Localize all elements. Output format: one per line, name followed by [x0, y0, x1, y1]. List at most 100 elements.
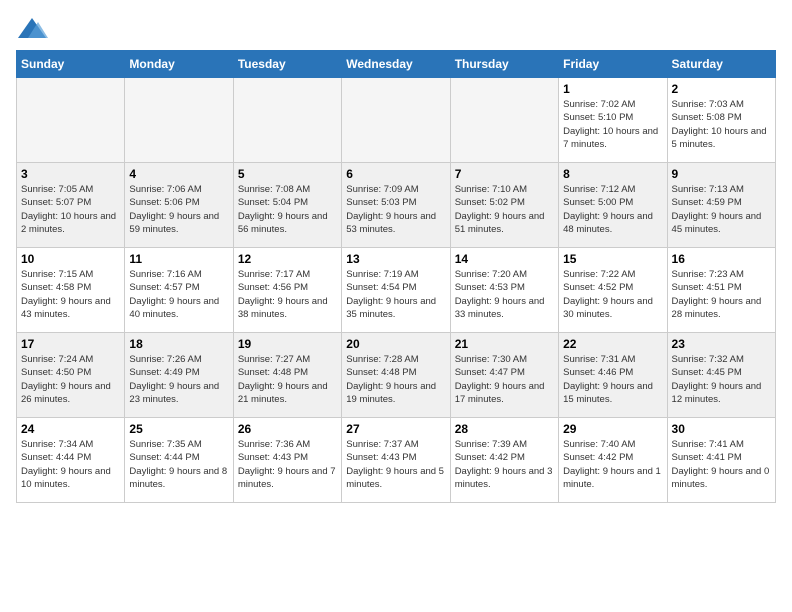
day-cell-17: 17 Sunrise: 7:24 AMSunset: 4:50 PMDayligh… [17, 333, 125, 418]
day-info: Sunrise: 7:39 AMSunset: 4:42 PMDaylight:… [455, 438, 554, 491]
day-number: 14 [455, 252, 554, 266]
day-cell-14: 14 Sunrise: 7:20 AMSunset: 4:53 PMDayligh… [450, 248, 558, 333]
day-cell-16: 16 Sunrise: 7:23 AMSunset: 4:51 PMDayligh… [667, 248, 775, 333]
logo-icon [16, 16, 44, 38]
day-number: 23 [672, 337, 771, 351]
day-info: Sunrise: 7:22 AMSunset: 4:52 PMDaylight:… [563, 268, 662, 321]
day-cell-24: 24 Sunrise: 7:34 AMSunset: 4:44 PMDayligh… [17, 418, 125, 503]
day-number: 2 [672, 82, 771, 96]
day-number: 21 [455, 337, 554, 351]
week-row-1: 1 Sunrise: 7:02 AMSunset: 5:10 PMDaylight… [17, 78, 776, 163]
day-cell-27: 27 Sunrise: 7:37 AMSunset: 4:43 PMDayligh… [342, 418, 450, 503]
day-info: Sunrise: 7:19 AMSunset: 4:54 PMDaylight:… [346, 268, 445, 321]
day-info: Sunrise: 7:23 AMSunset: 4:51 PMDaylight:… [672, 268, 771, 321]
day-cell-28: 28 Sunrise: 7:39 AMSunset: 4:42 PMDayligh… [450, 418, 558, 503]
week-row-2: 3 Sunrise: 7:05 AMSunset: 5:07 PMDaylight… [17, 163, 776, 248]
day-cell-3: 3 Sunrise: 7:05 AMSunset: 5:07 PMDaylight… [17, 163, 125, 248]
week-row-4: 17 Sunrise: 7:24 AMSunset: 4:50 PMDayligh… [17, 333, 776, 418]
day-number: 17 [21, 337, 120, 351]
day-cell-26: 26Sunrise: 7:36 AMSunset: 4:43 PMDayligh… [233, 418, 341, 503]
day-info: Sunrise: 7:17 AMSunset: 4:56 PMDaylight:… [238, 268, 337, 321]
day-cell-25: 25 Sunrise: 7:35 AMSunset: 4:44 PMDayligh… [125, 418, 233, 503]
day-cell-22: 22 Sunrise: 7:31 AMSunset: 4:46 PMDayligh… [559, 333, 667, 418]
day-number: 5 [238, 167, 337, 181]
day-info: Sunrise: 7:08 AMSunset: 5:04 PMDaylight:… [238, 183, 337, 236]
column-header-sunday: Sunday [17, 51, 125, 78]
week-row-3: 10Sunrise: 7:15 AMSunset: 4:58 PMDayligh… [17, 248, 776, 333]
week-row-5: 24 Sunrise: 7:34 AMSunset: 4:44 PMDayligh… [17, 418, 776, 503]
day-info: Sunrise: 7:40 AMSunset: 4:42 PMDaylight:… [563, 438, 662, 491]
column-header-monday: Monday [125, 51, 233, 78]
day-cell-12: 12Sunrise: 7:17 AMSunset: 4:56 PMDayligh… [233, 248, 341, 333]
day-number: 13 [346, 252, 445, 266]
day-cell-10: 10Sunrise: 7:15 AMSunset: 4:58 PMDayligh… [17, 248, 125, 333]
day-number: 22 [563, 337, 662, 351]
day-info: Sunrise: 7:24 AMSunset: 4:50 PMDaylight:… [21, 353, 120, 406]
day-cell-18: 18Sunrise: 7:26 AMSunset: 4:49 PMDayligh… [125, 333, 233, 418]
column-header-wednesday: Wednesday [342, 51, 450, 78]
day-info: Sunrise: 7:12 AMSunset: 5:00 PMDaylight:… [563, 183, 662, 236]
day-cell-6: 6 Sunrise: 7:09 AMSunset: 5:03 PMDaylight… [342, 163, 450, 248]
day-cell-9: 9 Sunrise: 7:13 AMSunset: 4:59 PMDaylight… [667, 163, 775, 248]
day-cell-11: 11 Sunrise: 7:16 AMSunset: 4:57 PMDayligh… [125, 248, 233, 333]
day-number: 6 [346, 167, 445, 181]
day-info: Sunrise: 7:16 AMSunset: 4:57 PMDaylight:… [129, 268, 228, 321]
day-number: 19 [238, 337, 337, 351]
day-cell-19: 19 Sunrise: 7:27 AMSunset: 4:48 PMDayligh… [233, 333, 341, 418]
column-header-thursday: Thursday [450, 51, 558, 78]
empty-cell [342, 78, 450, 163]
day-number: 27 [346, 422, 445, 436]
day-cell-30: 30 Sunrise: 7:41 AMSunset: 4:41 PMDayligh… [667, 418, 775, 503]
day-info: Sunrise: 7:05 AMSunset: 5:07 PMDaylight:… [21, 183, 120, 236]
day-number: 3 [21, 167, 120, 181]
day-cell-7: 7 Sunrise: 7:10 AMSunset: 5:02 PMDaylight… [450, 163, 558, 248]
day-number: 4 [129, 167, 228, 181]
day-info: Sunrise: 7:30 AMSunset: 4:47 PMDaylight:… [455, 353, 554, 406]
day-info: Sunrise: 7:31 AMSunset: 4:46 PMDaylight:… [563, 353, 662, 406]
day-info: Sunrise: 7:27 AMSunset: 4:48 PMDaylight:… [238, 353, 337, 406]
day-number: 10 [21, 252, 120, 266]
day-number: 15 [563, 252, 662, 266]
day-info: Sunrise: 7:20 AMSunset: 4:53 PMDaylight:… [455, 268, 554, 321]
day-info: Sunrise: 7:34 AMSunset: 4:44 PMDaylight:… [21, 438, 120, 491]
day-info: Sunrise: 7:02 AMSunset: 5:10 PMDaylight:… [563, 98, 662, 151]
logo [16, 16, 48, 38]
day-number: 1 [563, 82, 662, 96]
day-info: Sunrise: 7:03 AMSunset: 5:08 PMDaylight:… [672, 98, 771, 151]
day-cell-2: 2 Sunrise: 7:03 AMSunset: 5:08 PMDaylight… [667, 78, 775, 163]
day-number: 29 [563, 422, 662, 436]
page-header [16, 16, 776, 38]
column-header-tuesday: Tuesday [233, 51, 341, 78]
day-cell-13: 13 Sunrise: 7:19 AMSunset: 4:54 PMDayligh… [342, 248, 450, 333]
day-number: 9 [672, 167, 771, 181]
day-info: Sunrise: 7:37 AMSunset: 4:43 PMDaylight:… [346, 438, 445, 491]
empty-cell [450, 78, 558, 163]
day-number: 30 [672, 422, 771, 436]
day-info: Sunrise: 7:13 AMSunset: 4:59 PMDaylight:… [672, 183, 771, 236]
column-header-friday: Friday [559, 51, 667, 78]
day-number: 18 [129, 337, 228, 351]
empty-cell [233, 78, 341, 163]
empty-cell [125, 78, 233, 163]
day-cell-5: 5 Sunrise: 7:08 AMSunset: 5:04 PMDaylight… [233, 163, 341, 248]
day-info: Sunrise: 7:10 AMSunset: 5:02 PMDaylight:… [455, 183, 554, 236]
day-cell-1: 1 Sunrise: 7:02 AMSunset: 5:10 PMDaylight… [559, 78, 667, 163]
day-cell-20: 20Sunrise: 7:28 AMSunset: 4:48 PMDayligh… [342, 333, 450, 418]
day-info: Sunrise: 7:32 AMSunset: 4:45 PMDaylight:… [672, 353, 771, 406]
day-number: 28 [455, 422, 554, 436]
empty-cell [17, 78, 125, 163]
day-cell-8: 8 Sunrise: 7:12 AMSunset: 5:00 PMDaylight… [559, 163, 667, 248]
day-number: 8 [563, 167, 662, 181]
day-info: Sunrise: 7:06 AMSunset: 5:06 PMDaylight:… [129, 183, 228, 236]
day-number: 7 [455, 167, 554, 181]
day-cell-15: 15 Sunrise: 7:22 AMSunset: 4:52 PMDayligh… [559, 248, 667, 333]
day-number: 16 [672, 252, 771, 266]
day-info: Sunrise: 7:41 AMSunset: 4:41 PMDaylight:… [672, 438, 771, 491]
day-info: Sunrise: 7:09 AMSunset: 5:03 PMDaylight:… [346, 183, 445, 236]
day-number: 11 [129, 252, 228, 266]
day-info: Sunrise: 7:36 AMSunset: 4:43 PMDaylight:… [238, 438, 337, 491]
day-info: Sunrise: 7:35 AMSunset: 4:44 PMDaylight:… [129, 438, 228, 491]
day-number: 24 [21, 422, 120, 436]
day-number: 25 [129, 422, 228, 436]
calendar: SundayMondayTuesdayWednesdayThursdayFrid… [16, 50, 776, 503]
